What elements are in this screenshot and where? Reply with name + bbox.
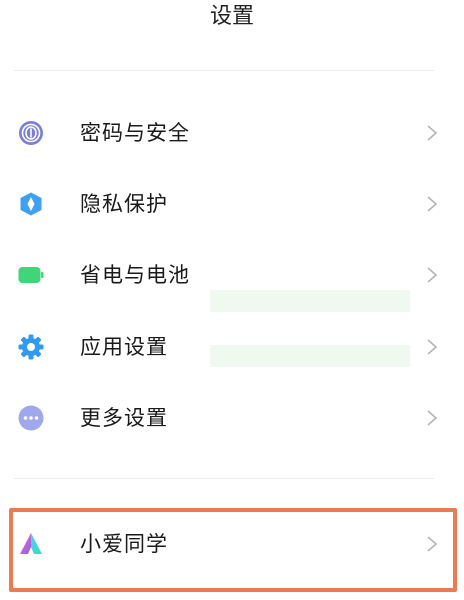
settings-item-battery[interactable]: 省电与电池 [0,247,464,303]
battery-icon [18,267,44,283]
section-divider [14,478,434,479]
settings-item-privacy[interactable]: 隐私保护 [0,176,464,232]
chevron-right-icon [427,339,438,355]
settings-item-label: 应用设置 [80,335,168,359]
fingerprint-icon [19,121,43,145]
top-divider [14,70,434,71]
chevron-right-icon [427,196,438,212]
settings-item-app-settings[interactable]: 应用设置 [0,319,464,375]
gear-icon [18,334,44,360]
settings-item-more-settings[interactable]: 更多设置 [0,390,464,446]
privacy-shield-icon [20,192,42,216]
chevron-right-icon [427,267,438,283]
settings-item-label: 隐私保护 [80,192,168,216]
settings-item-password-security[interactable]: 密码与安全 [0,105,464,161]
settings-item-label: 更多设置 [80,406,168,430]
chevron-right-icon [427,410,438,426]
highlight-box [9,508,457,592]
chevron-right-icon [427,125,438,141]
page-title: 设置 [209,4,254,29]
more-dots-icon [18,405,44,431]
settings-item-label: 省电与电池 [80,263,190,287]
settings-item-label: 密码与安全 [80,121,190,145]
